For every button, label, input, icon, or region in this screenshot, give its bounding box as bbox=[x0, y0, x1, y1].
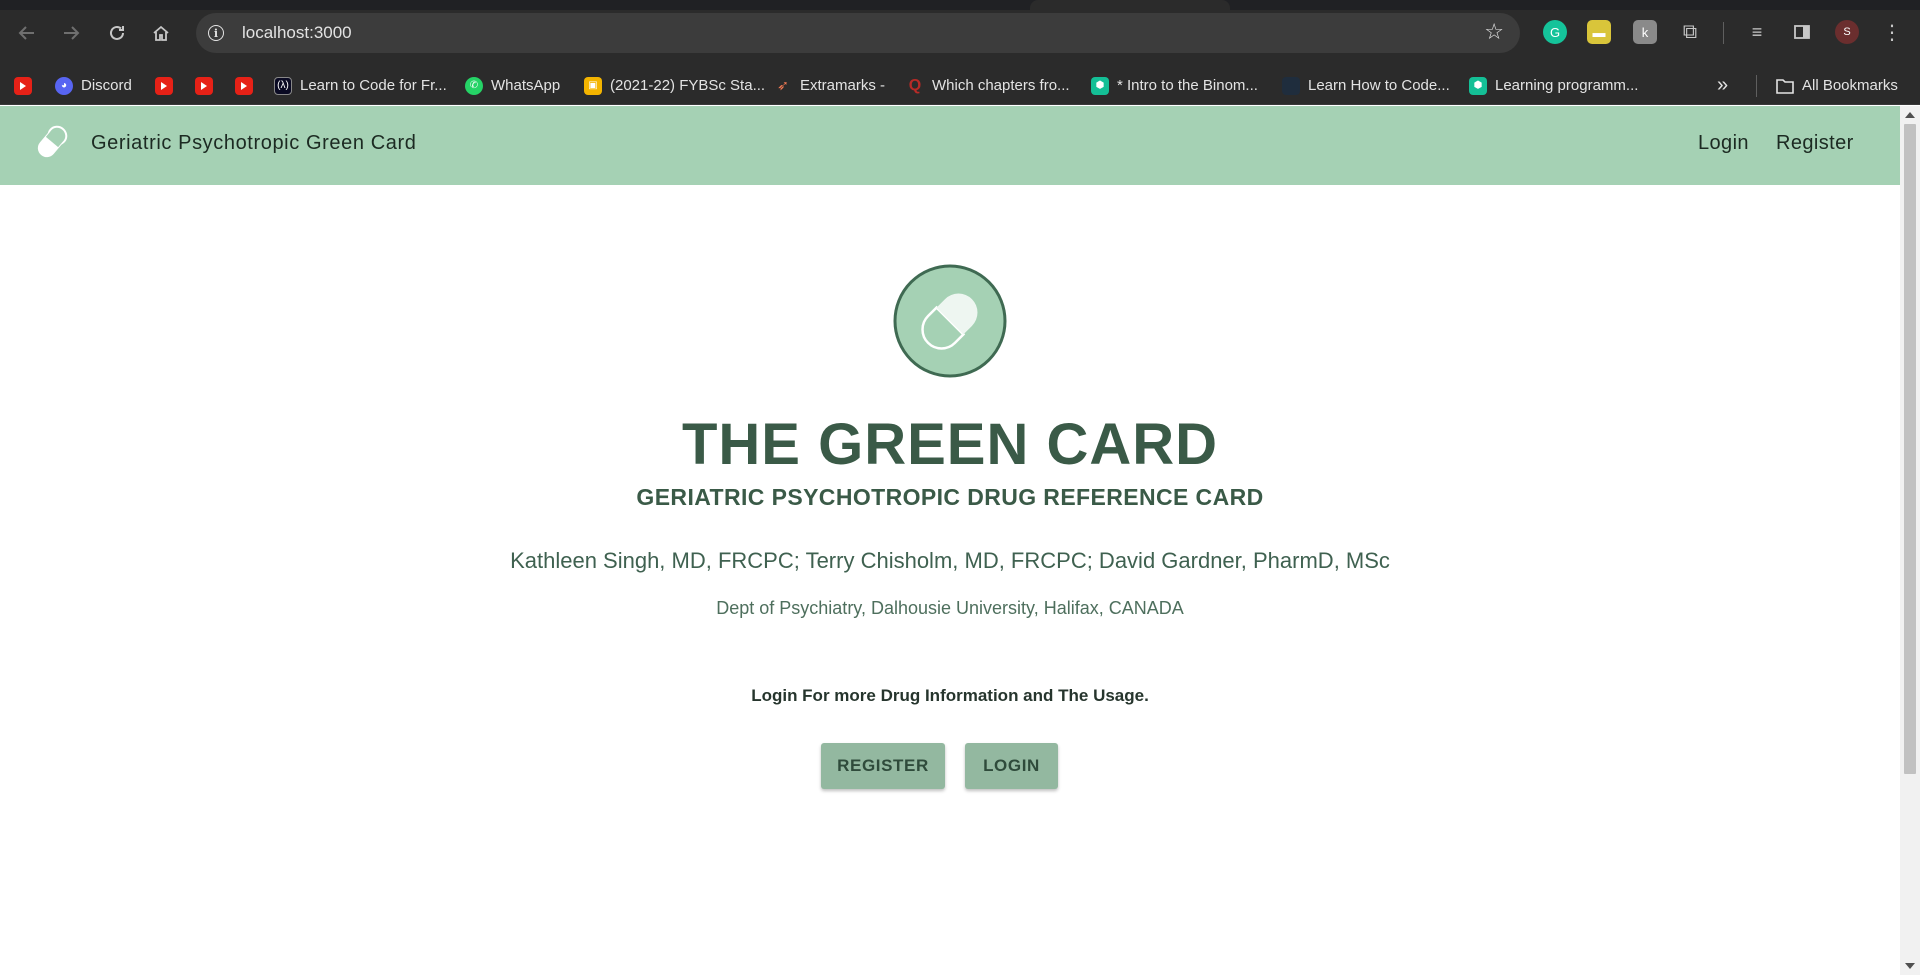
app-header: Geriatric Psychotropic Green Card Login … bbox=[0, 106, 1900, 185]
whatsapp-icon: ✆ bbox=[465, 76, 483, 95]
youtube-icon bbox=[155, 76, 173, 95]
profile-avatar[interactable]: S bbox=[1835, 20, 1859, 44]
browser-toolbar: i localhost:3000 ☆ G ▬ k ⧉ ≡ S ⋮ bbox=[0, 0, 1920, 66]
quora-icon: Q bbox=[908, 76, 922, 94]
khan-academy-icon: ⬢ bbox=[1469, 76, 1487, 95]
extension-k-icon[interactable]: k bbox=[1633, 20, 1657, 44]
bookmark-item[interactable] bbox=[14, 66, 40, 105]
youtube-icon bbox=[235, 76, 253, 95]
khan-academy-icon: ⬢ bbox=[1091, 76, 1109, 95]
bookmark-label: Learning programm... bbox=[1495, 77, 1639, 94]
extramarks-icon: ➶ bbox=[777, 77, 789, 93]
url-text[interactable]: localhost:3000 bbox=[242, 23, 352, 43]
bookmarks-bar: ◕ Discord (λ) Learn to Code for Fr... ✆ Wha… bbox=[0, 66, 1920, 105]
bookmark-item[interactable]: ⬢ * Intro to the Binom... bbox=[1091, 66, 1258, 105]
youtube-icon bbox=[195, 76, 213, 95]
bookmark-label: Extramarks - bbox=[800, 77, 886, 94]
header-login-link[interactable]: Login bbox=[1698, 132, 1749, 155]
bookmark-item[interactable]: ➶ Extramarks - bbox=[774, 66, 885, 105]
discord-icon: ◕ bbox=[55, 76, 73, 95]
freecodecamp-icon: (λ) bbox=[274, 76, 292, 95]
bookmark-item[interactable]: ▣ (2021-22) FYBSc Sta... bbox=[584, 66, 765, 105]
bookmark-label: * Intro to the Binom... bbox=[1117, 77, 1258, 94]
page-viewport: Geriatric Psychotropic Green Card Login … bbox=[0, 106, 1900, 975]
tab-strip bbox=[0, 0, 1920, 10]
pill-hero-icon bbox=[893, 264, 1007, 378]
address-bar[interactable]: i localhost:3000 ☆ bbox=[196, 13, 1520, 53]
bookmark-label: Which chapters fro... bbox=[932, 77, 1070, 94]
page-title: THE GREEN CARD bbox=[681, 412, 1219, 477]
register-button[interactable]: REGISTER bbox=[821, 743, 945, 789]
header-register-link[interactable]: Register bbox=[1776, 132, 1854, 155]
media-control-icon[interactable]: ≡ bbox=[1745, 20, 1769, 44]
bookmark-star-icon[interactable]: ☆ bbox=[1484, 19, 1504, 45]
authors-text: Kathleen Singh, MD, FRCPC; Terry Chishol… bbox=[510, 548, 1390, 573]
bookmarks-separator bbox=[1756, 75, 1757, 97]
pill-logo-icon[interactable] bbox=[32, 122, 72, 162]
menu-kebab-icon[interactable]: ⋮ bbox=[1880, 20, 1904, 44]
bookmark-label: Learn How to Code... bbox=[1308, 77, 1450, 94]
extension-image-icon[interactable]: ▬ bbox=[1587, 20, 1611, 44]
bookmark-item[interactable]: ⬢ Learning programm... bbox=[1469, 66, 1638, 105]
bookmark-item[interactable] bbox=[155, 66, 181, 105]
bookmark-item[interactable]: Learn How to Code... bbox=[1282, 66, 1450, 105]
login-prompt-text: Login For more Drug Information and The … bbox=[751, 686, 1149, 705]
side-panel-icon[interactable] bbox=[1790, 20, 1814, 44]
all-bookmarks-button[interactable]: All Bookmarks bbox=[1776, 66, 1898, 105]
classroom-icon: ▣ bbox=[584, 76, 602, 95]
scroll-down-arrow-icon[interactable] bbox=[1905, 963, 1915, 969]
bookmark-item[interactable] bbox=[195, 66, 221, 105]
app-brand-title[interactable]: Geriatric Psychotropic Green Card bbox=[91, 132, 416, 155]
forward-icon[interactable] bbox=[56, 18, 86, 48]
all-bookmarks-label: All Bookmarks bbox=[1802, 77, 1898, 94]
grammarly-icon[interactable]: G bbox=[1543, 20, 1567, 44]
active-tab-edge bbox=[1030, 0, 1230, 10]
bookmark-item[interactable]: ◕ Discord bbox=[55, 66, 132, 105]
home-icon[interactable] bbox=[146, 18, 176, 48]
toolbar-separator bbox=[1723, 22, 1724, 44]
login-button[interactable]: LOGIN bbox=[965, 743, 1058, 789]
site-info-icon[interactable]: i bbox=[204, 21, 228, 45]
bookmark-item[interactable]: Q Which chapters fro... bbox=[906, 66, 1070, 105]
bookmark-item[interactable]: ✆ WhatsApp bbox=[465, 66, 560, 105]
folder-icon bbox=[1776, 77, 1794, 95]
site-icon bbox=[1282, 76, 1300, 95]
bookmark-label: Discord bbox=[81, 77, 132, 94]
scroll-up-arrow-icon[interactable] bbox=[1905, 112, 1915, 118]
reload-icon[interactable] bbox=[102, 18, 132, 48]
vertical-scrollbar[interactable] bbox=[1900, 106, 1920, 975]
more-bookmarks-chevron-icon[interactable]: » bbox=[1717, 66, 1728, 105]
back-icon[interactable] bbox=[12, 18, 42, 48]
bookmark-label: (2021-22) FYBSc Sta... bbox=[610, 77, 766, 94]
youtube-icon bbox=[14, 76, 32, 95]
bookmark-label: WhatsApp bbox=[491, 77, 561, 94]
department-text: Dept of Psychiatry, Dalhousie University… bbox=[716, 598, 1184, 618]
bookmark-label: Learn to Code for Fr... bbox=[300, 77, 447, 94]
page-subtitle: GERIATRIC PSYCHOTROPIC DRUG REFERENCE CA… bbox=[636, 484, 1264, 510]
bookmark-item[interactable] bbox=[235, 66, 261, 105]
extensions-puzzle-icon[interactable]: ⧉ bbox=[1678, 20, 1702, 44]
scrollbar-thumb[interactable] bbox=[1904, 124, 1916, 774]
bookmark-item[interactable]: (λ) Learn to Code for Fr... bbox=[274, 66, 447, 105]
